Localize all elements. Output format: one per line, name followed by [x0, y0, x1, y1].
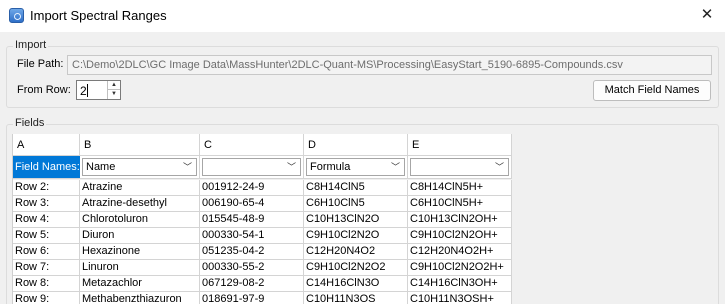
- table-cell[interactable]: C12H20N4O2: [304, 244, 408, 260]
- table-cell[interactable]: Diuron: [80, 228, 200, 244]
- fields-group-label: Fields: [13, 117, 47, 129]
- from-row-spinner[interactable]: 2 ▲ ▼: [76, 80, 121, 100]
- fields-grid[interactable]: A B C D E Field Names: Name ﹀ ﹀ Formula ﹀ …: [12, 134, 714, 304]
- row-label: Row 7:: [13, 260, 80, 276]
- field-cell-c: ﹀: [200, 156, 304, 179]
- title-bar: Import Spectral Ranges ✕: [0, 0, 725, 32]
- from-row-value[interactable]: 2: [80, 84, 87, 98]
- table-cell[interactable]: C9H10Cl2N2O: [304, 228, 408, 244]
- column-header-a[interactable]: A: [13, 134, 80, 156]
- text-caret: [87, 84, 88, 97]
- field-names-header[interactable]: Field Names:: [13, 156, 80, 179]
- field-cell-e: ﹀: [408, 156, 512, 179]
- close-button[interactable]: ✕: [699, 6, 715, 24]
- table-cell[interactable]: Atrazine: [80, 180, 200, 196]
- table-cell[interactable]: Chlorotoluron: [80, 212, 200, 228]
- table-cell[interactable]: C14H16ClN3O: [304, 276, 408, 292]
- table-cell[interactable]: 067129-08-2: [200, 276, 304, 292]
- column-header-e[interactable]: E: [408, 134, 512, 156]
- row-label: Row 6:: [13, 244, 80, 260]
- row-label: Row 9:: [13, 292, 80, 304]
- table-cell[interactable]: Metazachlor: [80, 276, 200, 292]
- table-cell[interactable]: 051235-04-2: [200, 244, 304, 260]
- table-cell[interactable]: C6H10ClN5H+: [408, 196, 512, 212]
- file-path-field[interactable]: C:\Demo\2DLC\GC Image Data\MassHunter\2D…: [67, 55, 712, 75]
- spin-down-icon[interactable]: ▼: [108, 90, 120, 99]
- field-select-b[interactable]: Name ﹀: [82, 158, 197, 176]
- table-cell[interactable]: C10H13ClN2O: [304, 212, 408, 228]
- app-icon: [9, 8, 24, 23]
- table-cell[interactable]: Methabenzthiazuron: [80, 292, 200, 304]
- table-cell[interactable]: C10H13ClN2OH+: [408, 212, 512, 228]
- table-cell[interactable]: C9H10Cl2N2O2H+: [408, 260, 512, 276]
- table-cell[interactable]: C6H10ClN5: [304, 196, 408, 212]
- field-select-d[interactable]: Formula ﹀: [306, 158, 405, 176]
- table-cell[interactable]: Hexazinone: [80, 244, 200, 260]
- table-cell[interactable]: C12H20N4O2H+: [408, 244, 512, 260]
- row-label: Row 2:: [13, 180, 80, 196]
- table-cell[interactable]: 000330-55-2: [200, 260, 304, 276]
- import-group-label: Import: [13, 39, 49, 51]
- chevron-down-icon: ﹀: [182, 162, 192, 172]
- row-label: Row 4:: [13, 212, 80, 228]
- field-select-d-value: Formula: [310, 161, 351, 173]
- chevron-down-icon: ﹀: [494, 162, 504, 172]
- table-cell[interactable]: Linuron: [80, 260, 200, 276]
- table-cell[interactable]: C10H11N3OS: [304, 292, 408, 304]
- field-select-c[interactable]: ﹀: [202, 158, 301, 176]
- window-title: Import Spectral Ranges: [30, 8, 167, 23]
- column-header-c[interactable]: C: [200, 134, 304, 156]
- from-row-label: From Row:: [17, 84, 71, 96]
- table-cell[interactable]: 006190-65-4: [200, 196, 304, 212]
- table-cell[interactable]: 015545-48-9: [200, 212, 304, 228]
- table-cell[interactable]: C9H10Cl2N2O2: [304, 260, 408, 276]
- table-cell[interactable]: Atrazine-desethyl: [80, 196, 200, 212]
- row-label: Row 8:: [13, 276, 80, 292]
- field-cell-d: Formula ﹀: [304, 156, 408, 179]
- column-header-d[interactable]: D: [304, 134, 408, 156]
- chevron-down-icon: ﹀: [286, 162, 296, 172]
- table-cell[interactable]: 000330-54-1: [200, 228, 304, 244]
- table-cell[interactable]: 001912-24-9: [200, 180, 304, 196]
- field-cell-b: Name ﹀: [80, 156, 200, 179]
- table-cell[interactable]: 018691-97-9: [200, 292, 304, 304]
- field-select-e[interactable]: ﹀: [410, 158, 509, 176]
- column-header-b[interactable]: B: [80, 134, 200, 156]
- table-cell[interactable]: C14H16ClN3OH+: [408, 276, 512, 292]
- field-select-b-value: Name: [86, 161, 116, 173]
- match-field-names-button[interactable]: Match Field Names: [593, 80, 711, 101]
- row-label: Row 3:: [13, 196, 80, 212]
- table-cell[interactable]: C8H14ClN5H+: [408, 180, 512, 196]
- file-path-label: File Path:: [17, 58, 64, 70]
- row-label: Row 5:: [13, 228, 80, 244]
- spin-up-icon[interactable]: ▲: [108, 81, 120, 90]
- table-cell[interactable]: C9H10Cl2N2OH+: [408, 228, 512, 244]
- table-cell[interactable]: C10H11N3OSH+: [408, 292, 512, 304]
- table-cell[interactable]: C8H14ClN5: [304, 180, 408, 196]
- spinner-buttons: ▲ ▼: [107, 81, 120, 99]
- chevron-down-icon: ﹀: [390, 162, 400, 172]
